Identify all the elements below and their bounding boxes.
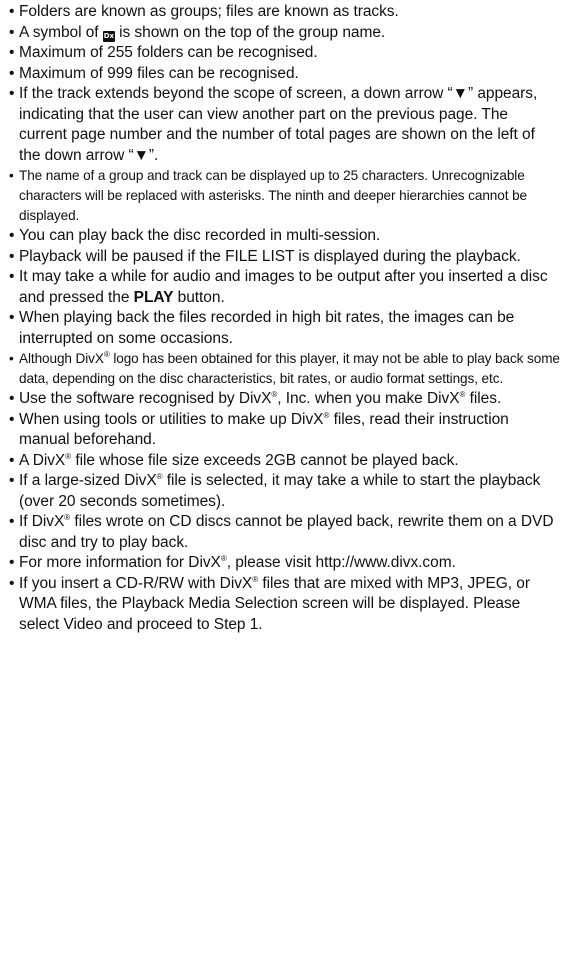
- note-item: • Maximum of 999 files can be recognised…: [9, 64, 560, 85]
- note-text: Use the software recognised by DivX: [19, 390, 272, 407]
- bullet: •: [9, 554, 15, 571]
- bullet: •: [9, 23, 15, 41]
- bullet: •: [9, 410, 15, 428]
- note-text: A DivX: [19, 451, 66, 469]
- note-item: • When using tools or utilities to make …: [9, 410, 509, 451]
- bullet: •: [9, 513, 15, 530]
- bullet: •: [9, 351, 14, 366]
- note-item: • A symbol of Dx is shown on the top of …: [9, 23, 560, 44]
- bullet: •: [9, 574, 15, 592]
- bullet: •: [9, 64, 15, 82]
- note-item: • Use the software recognised by DivX®, …: [9, 389, 529, 410]
- note-text: When playing back the files recorded in …: [19, 309, 515, 347]
- note-text: Maximum of 255 folders can be recognised…: [19, 44, 318, 61]
- bullet: •: [9, 309, 15, 326]
- group-folder-icon: Dx: [102, 30, 115, 42]
- note-text: You can play back the disc recorded in m…: [19, 227, 381, 244]
- note-text: files.: [465, 390, 502, 407]
- bullet: •: [9, 227, 15, 244]
- note-item: • A DivX® file whose file size exceeds 2…: [9, 451, 519, 472]
- note-item: • When playing back the files recorded i…: [9, 308, 560, 349]
- note-text: file whose file size exceeds 2GB cannot …: [71, 451, 459, 469]
- note-text: , Inc. when you make DivX: [277, 390, 460, 407]
- bullet: •: [9, 168, 14, 183]
- note-text: If the track extends beyond the scope of…: [19, 85, 538, 164]
- note-item: • It may take a while for audio and imag…: [9, 267, 560, 308]
- note-item: • Folders are known as groups; files are…: [9, 2, 561, 23]
- bullet: •: [9, 85, 15, 102]
- note-text: If a large-sized DivX: [19, 472, 157, 489]
- note-text: The name of a group and track can be dis…: [19, 168, 527, 223]
- note-text: For more information for DivX: [19, 554, 221, 571]
- note-text: If DivX: [19, 513, 65, 530]
- bullet: •: [9, 44, 15, 61]
- note-item: • For more information for DivX®, please…: [9, 553, 479, 574]
- note-text: It may take a while for audio and images…: [19, 268, 548, 306]
- note-text: is shown on the top of the group name.: [114, 23, 386, 41]
- note-text: When using tools or utilities to make up…: [19, 410, 324, 428]
- note-item: • If a large-sized DivX® file is selecte…: [9, 471, 560, 512]
- note-text: files wrote on CD discs cannot be played…: [19, 513, 554, 551]
- note-item: • If DivX® files wrote on CD discs canno…: [9, 512, 560, 553]
- note-item: • If you insert a CD-R/RW with DivX® fil…: [9, 574, 560, 636]
- bullet: •: [9, 268, 15, 285]
- note-item: • Although DivX® logo has been obtained …: [9, 349, 560, 389]
- notes-list: • Folders are known as groups; files are…: [0, 2, 566, 635]
- note-text: A symbol of: [19, 23, 103, 41]
- bullet: •: [9, 247, 15, 265]
- note-text: , please visit http://www.divx.com.: [226, 554, 456, 571]
- note-item: • Playback will be paused if the FILE LI…: [9, 247, 524, 268]
- note-item: • You can play back the disc recorded in…: [9, 226, 560, 247]
- bullet: •: [9, 451, 15, 469]
- bullet: •: [9, 3, 15, 20]
- note-text: Although DivX: [19, 351, 104, 366]
- bullet: •: [9, 472, 15, 489]
- note-text: Playback will be paused if the FILE LIST…: [19, 247, 521, 265]
- note-text: If you insert a CD-R/RW with DivX: [19, 574, 253, 592]
- bullet: •: [9, 390, 15, 407]
- note-item: • The name of a group and track can be d…: [9, 166, 560, 226]
- note-text: Folders are known as groups; files are k…: [19, 3, 399, 20]
- note-item: • Maximum of 255 folders can be recognis…: [9, 43, 560, 64]
- note-item: • If the track extends beyond the scope …: [9, 84, 544, 166]
- note-text: button.: [173, 288, 225, 306]
- note-text: Maximum of 999 files can be recognised.: [19, 64, 299, 82]
- play-button-label: PLAY: [133, 288, 174, 306]
